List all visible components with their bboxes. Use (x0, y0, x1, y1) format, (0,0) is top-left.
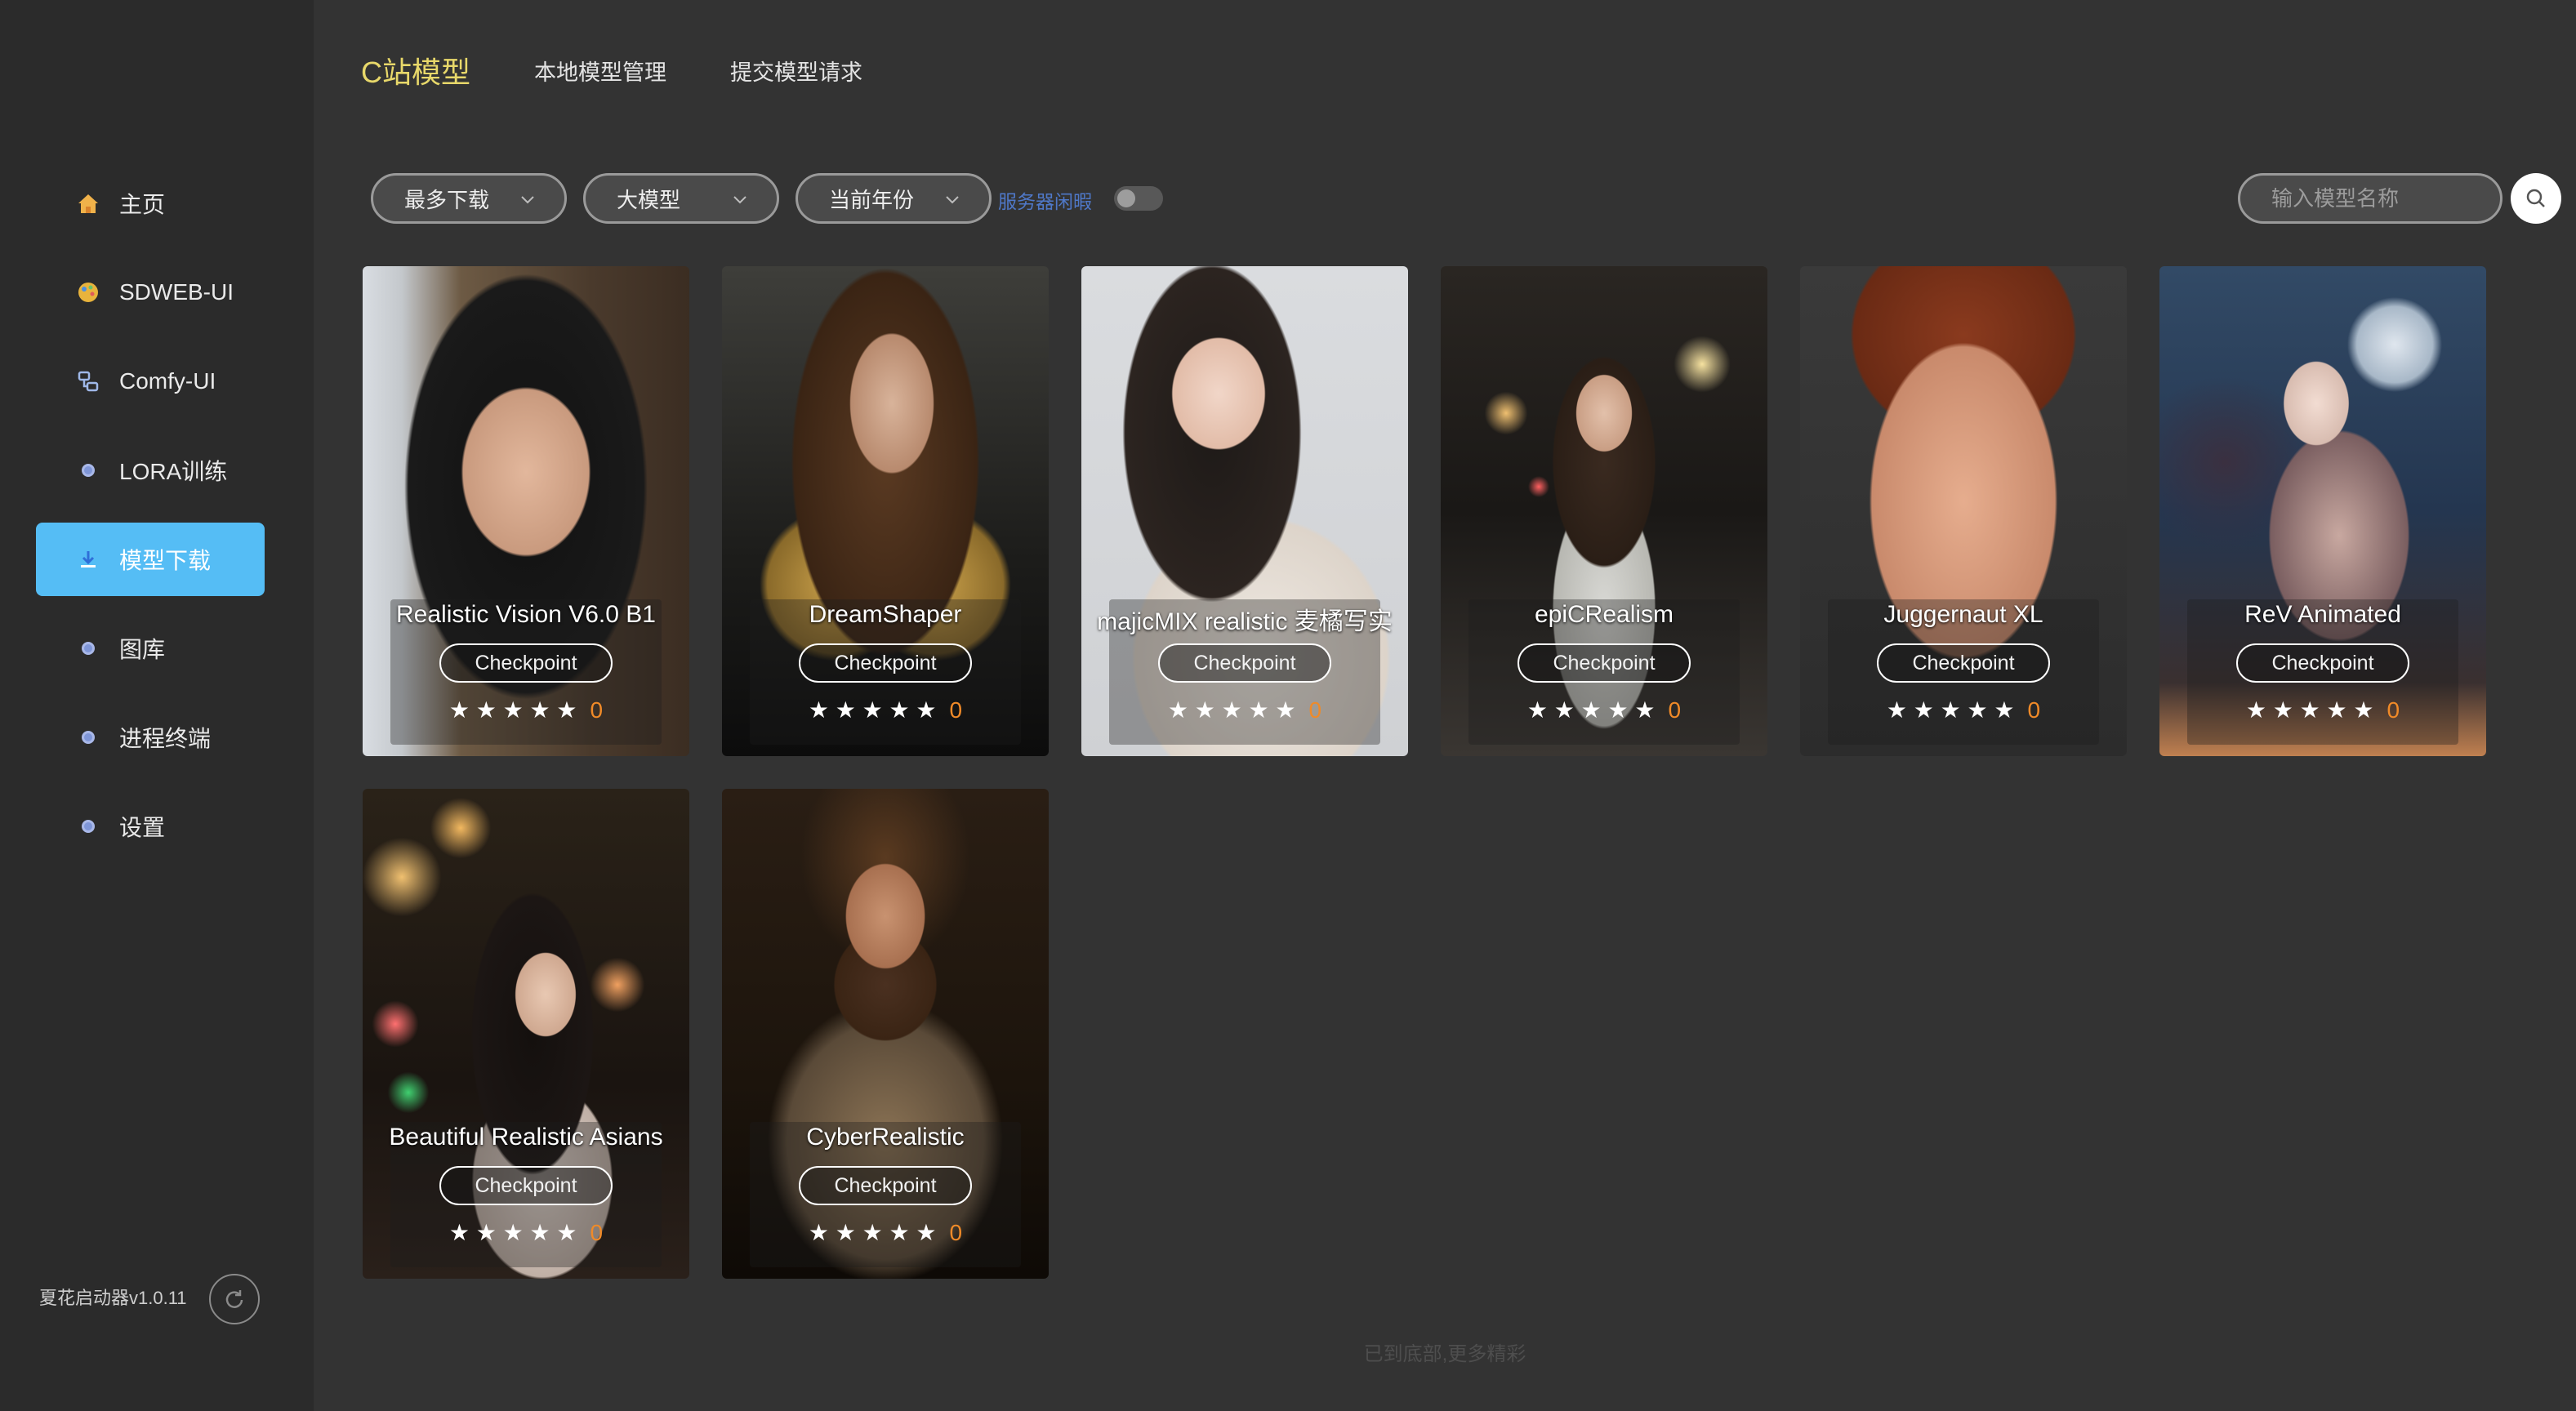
dot-icon (75, 724, 101, 750)
model-type-select-value: 大模型 (617, 187, 681, 212)
rating-count: 0 (2027, 697, 2041, 723)
tab-local-model-management[interactable]: 本地模型管理 (534, 55, 666, 87)
sidebar-item-gallery[interactable]: 图库 (36, 612, 265, 685)
rating-stars: ★ ★ ★ ★ ★ 0 (363, 1222, 689, 1244)
top-tabs: C站模型 本地模型管理 提交模型请求 (361, 49, 862, 91)
workflow-icon (75, 368, 101, 394)
tab-submit-model-request[interactable]: 提交模型请求 (730, 55, 862, 87)
model-title: Realistic Vision V6.0 B1 (396, 601, 656, 628)
sidebar-item-terminal[interactable]: 进程终端 (36, 701, 265, 774)
toggle-knob (1117, 189, 1135, 207)
rating-count: 0 (949, 697, 963, 723)
sidebar-item-settings[interactable]: 设置 (36, 790, 265, 863)
sidebar-item-label: 设置 (119, 815, 166, 840)
sidebar-item-comfy-ui[interactable]: Comfy-UI (36, 345, 265, 418)
rating-stars: ★ ★ ★ ★ ★ 0 (722, 1222, 1049, 1244)
sidebar-item-label: Comfy-UI (119, 368, 216, 394)
rating-stars: ★ ★ ★ ★ ★ 0 (2159, 699, 2486, 722)
rating-count: 0 (590, 1220, 604, 1245)
home-icon (75, 190, 101, 216)
model-card-majicmix[interactable]: majicMIX realistic 麦橘写实 Checkpoint ★ ★ ★… (1081, 266, 1408, 756)
palette-icon (75, 279, 101, 305)
model-card-epicrealism[interactable]: epiCRealism Checkpoint ★ ★ ★ ★ ★ 0 (1441, 266, 1767, 756)
period-select[interactable]: 当前年份 (796, 173, 992, 224)
model-title: Juggernaut XL (1883, 601, 2043, 628)
search-icon (2526, 189, 2545, 207)
model-type-badge: Checkpoint (799, 1166, 972, 1205)
star-icons: ★ ★ ★ ★ ★ (2245, 697, 2374, 723)
model-card-beautiful-realistic-asians[interactable]: Beautiful Realistic Asians Checkpoint ★ … (363, 789, 689, 1279)
dot-icon (75, 635, 101, 661)
dot-icon (75, 457, 101, 483)
star-icons: ★ ★ ★ ★ ★ (808, 1220, 937, 1245)
chevron-down-icon (946, 196, 959, 204)
chevron-down-icon (521, 196, 534, 204)
model-title: Beautiful Realistic Asians (389, 1124, 663, 1151)
chevron-down-icon (733, 196, 747, 204)
model-card-dreamshaper[interactable]: DreamShaper Checkpoint ★ ★ ★ ★ ★ 0 (722, 266, 1049, 756)
tab-civitai-models[interactable]: C站模型 (361, 49, 470, 91)
model-type-badge: Checkpoint (1518, 643, 1691, 683)
refresh-button[interactable] (209, 1274, 260, 1324)
sidebar-item-label: SDWEB-UI (119, 279, 234, 305)
model-card-juggernaut-xl[interactable]: Juggernaut XL Checkpoint ★ ★ ★ ★ ★ 0 (1800, 266, 2127, 756)
rating-count: 0 (1308, 697, 1322, 723)
model-title: CyberRealistic (806, 1124, 965, 1151)
sidebar-item-sdweb-ui[interactable]: SDWEB-UI (36, 256, 265, 329)
model-card-rev-animated[interactable]: ReV Animated Checkpoint ★ ★ ★ ★ ★ 0 (2159, 266, 2486, 756)
model-card-cyberrealistic[interactable]: CyberRealistic Checkpoint ★ ★ ★ ★ ★ 0 (722, 789, 1049, 1279)
star-icons: ★ ★ ★ ★ ★ (808, 697, 937, 723)
model-title: epiCRealism (1534, 601, 1674, 628)
download-icon (75, 546, 101, 572)
rating-stars: ★ ★ ★ ★ ★ 0 (1800, 699, 2127, 722)
model-type-badge: Checkpoint (439, 1166, 613, 1205)
star-icons: ★ ★ ★ ★ ★ (1886, 697, 2015, 723)
model-title: majicMIX realistic 麦橘写实 (1097, 608, 1393, 635)
rating-stars: ★ ★ ★ ★ ★ 0 (722, 699, 1049, 722)
model-title: DreamShaper (809, 601, 962, 628)
version-label: 夏花启动器v1.0.11 (39, 1288, 187, 1308)
sidebar-item-label: 主页 (119, 192, 166, 217)
sidebar-item-model-download[interactable]: 模型下载 (36, 523, 265, 596)
model-type-select[interactable]: 大模型 (583, 173, 779, 224)
model-title: ReV Animated (2244, 601, 2401, 628)
sidebar-item-label: 模型下载 (119, 548, 212, 573)
model-type-badge: Checkpoint (799, 643, 972, 683)
sidebar-item-label: 进程终端 (119, 726, 212, 751)
server-idle-label: 服务器闲暇 (998, 191, 1092, 212)
rating-count: 0 (1668, 697, 1682, 723)
model-type-badge: Checkpoint (439, 643, 613, 683)
search-button[interactable] (2511, 173, 2561, 224)
rating-stars: ★ ★ ★ ★ ★ 0 (363, 699, 689, 722)
model-type-badge: Checkpoint (1877, 643, 2050, 683)
star-icons: ★ ★ ★ ★ ★ (1167, 697, 1296, 723)
sidebar-item-home[interactable]: 主页 (36, 167, 265, 240)
end-of-list-text: 已到底部,更多精彩 (1363, 1343, 1526, 1365)
sidebar-item-label: LORA训练 (119, 459, 228, 484)
rating-count: 0 (2387, 697, 2400, 723)
model-search-input[interactable] (2238, 173, 2502, 224)
server-idle-toggle[interactable] (1114, 186, 1163, 211)
sidebar-item-lora[interactable]: LORA训练 (36, 434, 265, 507)
model-type-badge: Checkpoint (2236, 643, 2409, 683)
rating-stars: ★ ★ ★ ★ ★ 0 (1441, 699, 1767, 722)
rating-stars: ★ ★ ★ ★ ★ 0 (1081, 699, 1408, 722)
model-card-realistic-vision[interactable]: Realistic Vision V6.0 B1 Checkpoint ★ ★ … (363, 266, 689, 756)
star-icons: ★ ★ ★ ★ ★ (448, 697, 577, 723)
dot-icon (75, 813, 101, 839)
refresh-icon (225, 1290, 243, 1308)
star-icons: ★ ★ ★ ★ ★ (448, 1220, 577, 1245)
sidebar: 主页 SDWEB-UI Comfy-UI LORA训练 模型下载 图库 进程终端… (0, 0, 314, 1411)
rating-count: 0 (949, 1220, 963, 1245)
star-icons: ★ ★ ★ ★ ★ (1526, 697, 1656, 723)
rating-count: 0 (590, 697, 604, 723)
sort-select-value: 最多下载 (404, 187, 490, 212)
sort-select[interactable]: 最多下载 (371, 173, 567, 224)
period-select-value: 当前年份 (829, 187, 915, 212)
model-type-badge: Checkpoint (1158, 643, 1331, 683)
sidebar-item-label: 图库 (119, 637, 166, 662)
